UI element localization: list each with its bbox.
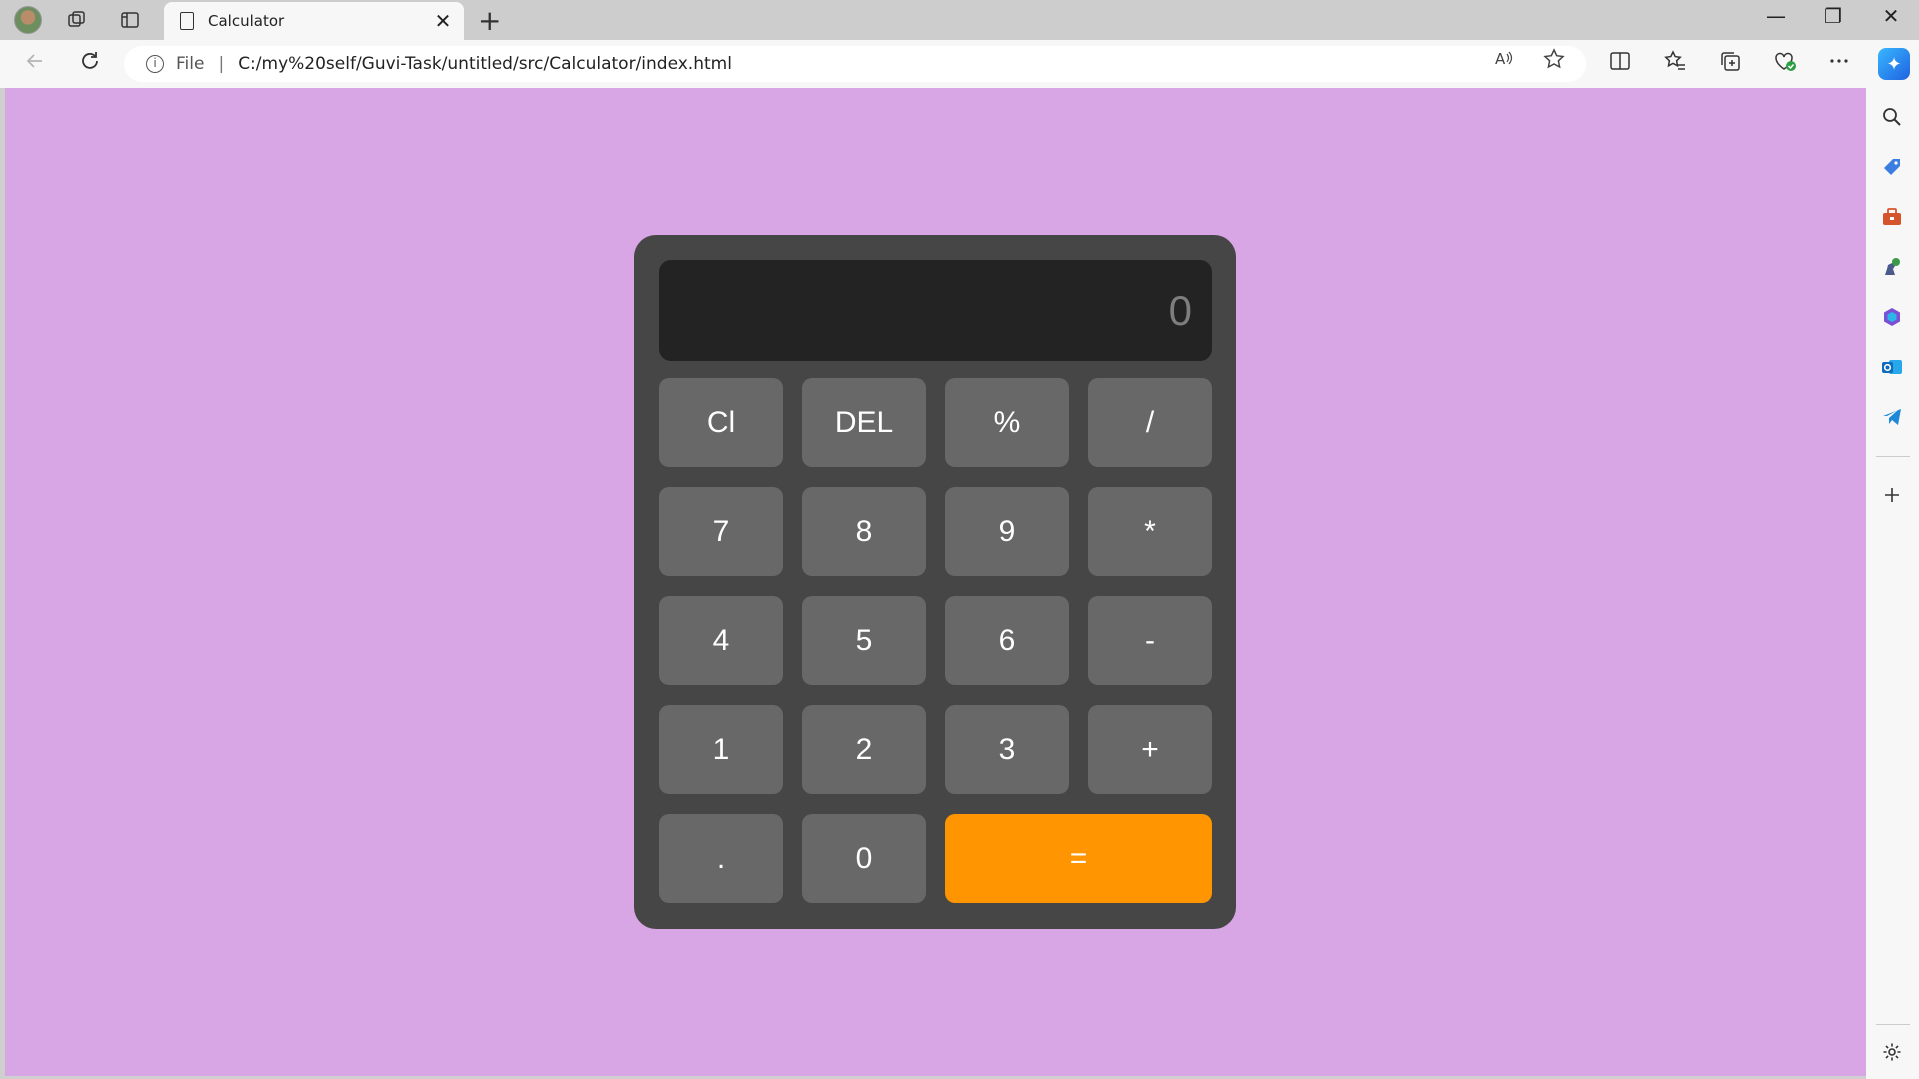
split-screen-icon[interactable] <box>1605 50 1635 77</box>
page-icon <box>180 12 194 30</box>
tab-calculator[interactable]: Calculator ✕ <box>164 2 464 40</box>
digit-7-button[interactable]: 7 <box>659 487 783 576</box>
equals-button[interactable]: = <box>945 814 1212 903</box>
read-aloud-icon[interactable]: A <box>1494 48 1514 73</box>
digit-9-button[interactable]: 9 <box>945 487 1069 576</box>
restore-button[interactable]: ❐ <box>1813 4 1853 28</box>
close-window-button[interactable]: ✕ <box>1871 4 1911 28</box>
more-icon[interactable] <box>1824 50 1854 77</box>
address-separator: | <box>218 54 225 74</box>
tab-close-button[interactable]: ✕ <box>428 9 458 33</box>
shopping-icon[interactable] <box>1879 154 1905 180</box>
minimize-button[interactable]: — <box>1756 4 1796 28</box>
calculator: 0 Cl DEL % / 7 8 9 * 4 5 6 - 1 2 3 + . 0… <box>634 235 1236 929</box>
profile-avatar[interactable] <box>14 6 42 34</box>
telegram-icon[interactable] <box>1879 404 1905 430</box>
subtract-button[interactable]: - <box>1088 596 1212 685</box>
page-viewport: 0 Cl DEL % / 7 8 9 * 4 5 6 - 1 2 3 + . 0… <box>5 88 1866 1076</box>
sidebar-divider-bottom <box>1876 1024 1910 1025</box>
address-url[interactable]: C:/my%20self/Guvi-Task/untitled/src/Calc… <box>238 54 732 74</box>
percent-button[interactable]: % <box>945 378 1069 467</box>
browser-essentials-icon[interactable] <box>1770 50 1800 77</box>
clear-button[interactable]: Cl <box>659 378 783 467</box>
favorite-star-icon[interactable] <box>1543 48 1565 75</box>
browser-toolbar: i File | C:/my%20self/Guvi-Task/untitled… <box>0 40 1919 88</box>
multiply-button[interactable]: * <box>1088 487 1212 576</box>
browser-sidebar <box>1866 88 1919 1079</box>
back-button[interactable] <box>20 50 50 78</box>
vertical-tabs-icon[interactable] <box>118 8 142 32</box>
refresh-button[interactable] <box>75 50 105 78</box>
digit-4-button[interactable]: 4 <box>659 596 783 685</box>
calculator-display: 0 <box>659 260 1212 361</box>
divide-button[interactable]: / <box>1088 378 1212 467</box>
info-icon[interactable]: i <box>146 55 164 73</box>
workspaces-icon[interactable] <box>65 8 89 32</box>
search-icon[interactable] <box>1879 104 1905 130</box>
decimal-button[interactable]: . <box>659 814 783 903</box>
copilot-icon[interactable]: ✦ <box>1878 48 1910 80</box>
delete-button[interactable]: DEL <box>802 378 926 467</box>
new-tab-button[interactable]: + <box>478 4 501 37</box>
collections-icon[interactable] <box>1715 50 1745 77</box>
games-icon[interactable] <box>1879 254 1905 280</box>
address-scheme: File <box>176 54 205 74</box>
settings-icon[interactable] <box>1879 1039 1905 1065</box>
sidebar-divider <box>1876 456 1910 457</box>
digit-1-button[interactable]: 1 <box>659 705 783 794</box>
svg-text:A: A <box>1495 50 1506 68</box>
digit-6-button[interactable]: 6 <box>945 596 1069 685</box>
browser-titlebar: Calculator ✕ + — ❐ ✕ <box>0 0 1919 40</box>
add-icon[interactable] <box>1879 482 1905 508</box>
microsoft-365-icon[interactable] <box>1879 304 1905 330</box>
tab-title: Calculator <box>208 12 285 30</box>
digit-0-button[interactable]: 0 <box>802 814 926 903</box>
address-bar[interactable]: i File | C:/my%20self/Guvi-Task/untitled… <box>124 46 1586 82</box>
tools-icon[interactable] <box>1879 204 1905 230</box>
digit-2-button[interactable]: 2 <box>802 705 926 794</box>
digit-8-button[interactable]: 8 <box>802 487 926 576</box>
digit-5-button[interactable]: 5 <box>802 596 926 685</box>
add-button[interactable]: + <box>1088 705 1212 794</box>
digit-3-button[interactable]: 3 <box>945 705 1069 794</box>
favorites-icon[interactable] <box>1660 50 1690 77</box>
outlook-icon[interactable] <box>1879 354 1905 380</box>
